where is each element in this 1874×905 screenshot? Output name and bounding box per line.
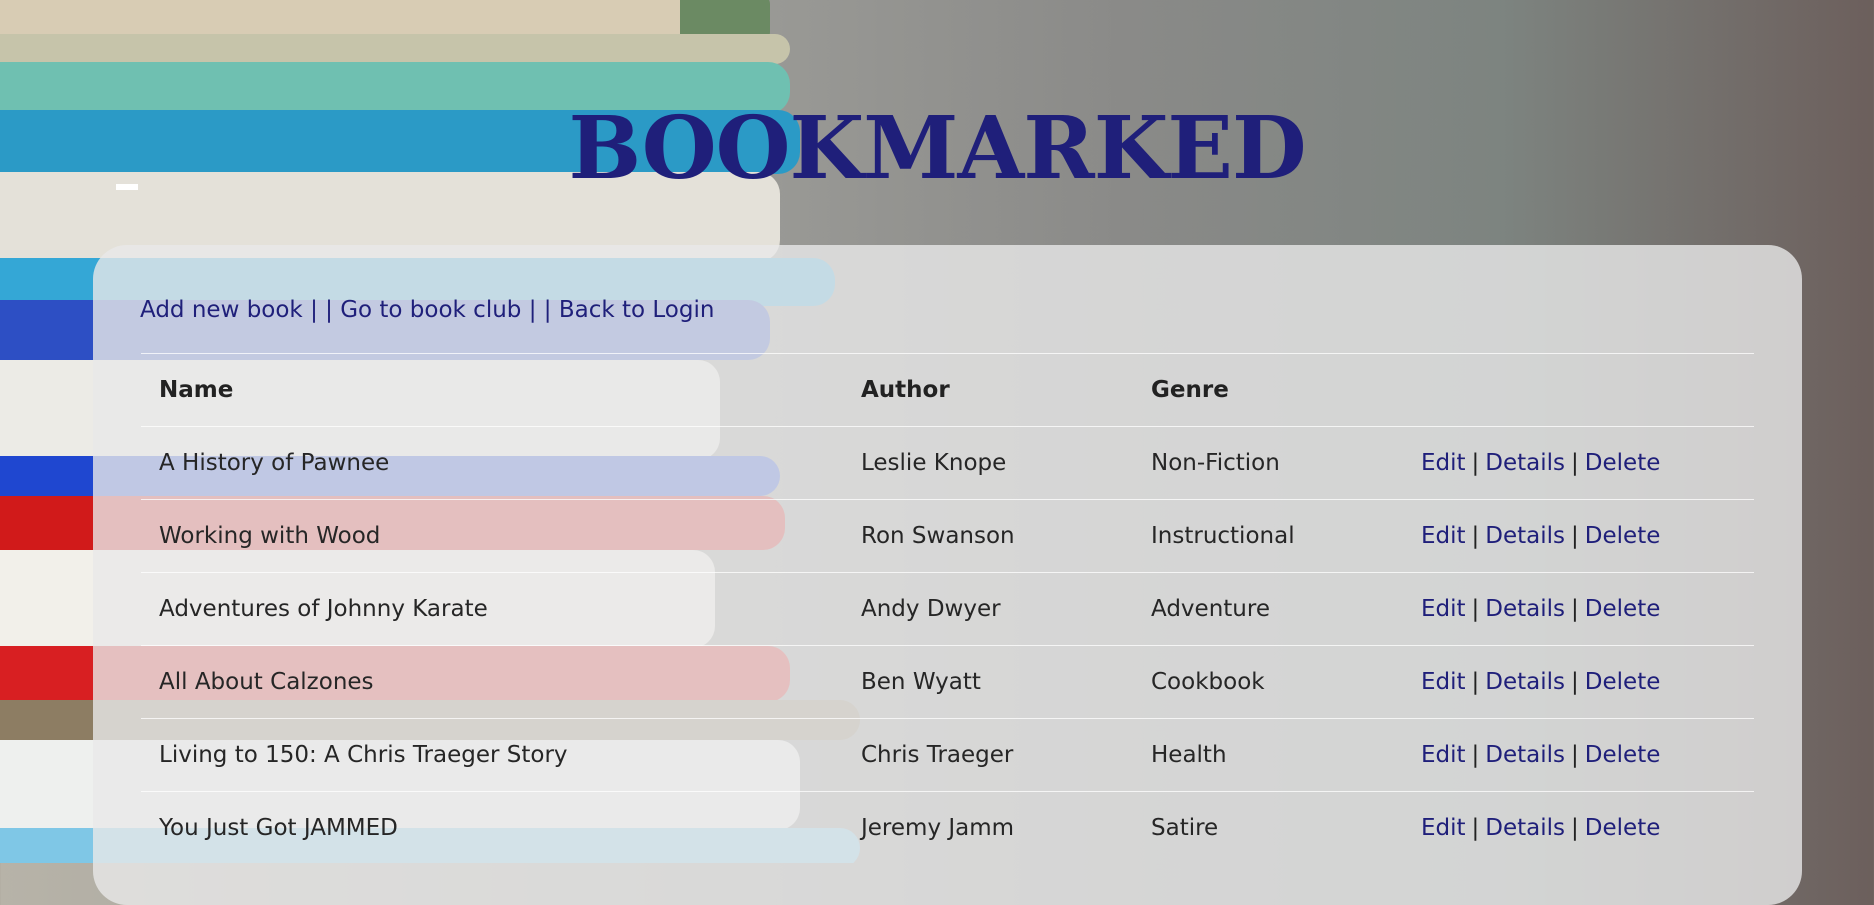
edit-link[interactable]: Edit bbox=[1421, 596, 1466, 622]
delete-link[interactable]: Delete bbox=[1585, 669, 1661, 695]
table-row: Working with Wood Ron Swanson Instructio… bbox=[141, 499, 1754, 572]
nav-links: Add new book | | Go to book club | | Bac… bbox=[140, 297, 714, 323]
edit-link[interactable]: Edit bbox=[1421, 450, 1466, 476]
action-separator: | bbox=[1471, 742, 1480, 768]
book-name: All About Calzones bbox=[159, 669, 374, 695]
book-author: Andy Dwyer bbox=[861, 596, 1001, 622]
book-name: Adventures of Johnny Karate bbox=[159, 596, 488, 622]
book-author: Ron Swanson bbox=[861, 523, 1015, 549]
nav-separator: | | bbox=[528, 297, 552, 323]
action-separator: | bbox=[1571, 523, 1579, 549]
row-actions: Edit | Details | Delete bbox=[1421, 573, 1660, 645]
delete-link[interactable]: Delete bbox=[1585, 450, 1661, 476]
edit-link[interactable]: Edit bbox=[1421, 523, 1466, 549]
book-genre: Health bbox=[1151, 742, 1227, 768]
book-author: Ben Wyatt bbox=[861, 669, 981, 695]
delete-link[interactable]: Delete bbox=[1585, 815, 1661, 841]
delete-link[interactable]: Delete bbox=[1585, 596, 1661, 622]
details-link[interactable]: Details bbox=[1485, 450, 1565, 476]
action-separator: | bbox=[1571, 669, 1579, 695]
book-name: Working with Wood bbox=[159, 523, 381, 549]
table-row: You Just Got JAMMED Jeremy Jamm Satire E… bbox=[141, 791, 1754, 864]
row-actions: Edit | Details | Delete bbox=[1421, 500, 1660, 572]
details-link[interactable]: Details bbox=[1485, 523, 1565, 549]
delete-link[interactable]: Delete bbox=[1585, 742, 1661, 768]
column-header-genre: Genre bbox=[1151, 377, 1229, 403]
action-separator: | bbox=[1571, 815, 1579, 841]
book-name: You Just Got JAMMED bbox=[159, 815, 398, 841]
edit-link[interactable]: Edit bbox=[1421, 669, 1466, 695]
book-author: Leslie Knope bbox=[861, 450, 1007, 476]
table-header-row: Name Author Genre bbox=[141, 353, 1754, 426]
book-genre: Cookbook bbox=[1151, 669, 1265, 695]
action-separator: | bbox=[1571, 450, 1579, 476]
details-link[interactable]: Details bbox=[1485, 815, 1565, 841]
back-to-login-link[interactable]: Back to Login bbox=[559, 297, 715, 323]
delete-link[interactable]: Delete bbox=[1585, 523, 1661, 549]
action-separator: | bbox=[1471, 523, 1480, 549]
action-separator: | bbox=[1471, 450, 1480, 476]
nav-separator: | | bbox=[310, 297, 333, 323]
book-genre: Instructional bbox=[1151, 523, 1295, 549]
table-row: Adventures of Johnny Karate Andy Dwyer A… bbox=[141, 572, 1754, 645]
action-separator: | bbox=[1571, 742, 1579, 768]
book-author: Jeremy Jamm bbox=[861, 815, 1015, 841]
edit-link[interactable]: Edit bbox=[1421, 815, 1466, 841]
book-genre: Satire bbox=[1151, 815, 1219, 841]
row-actions: Edit | Details | Delete bbox=[1421, 719, 1660, 791]
book-genre: Adventure bbox=[1151, 596, 1270, 622]
row-actions: Edit | Details | Delete bbox=[1421, 792, 1660, 864]
action-separator: | bbox=[1471, 815, 1480, 841]
row-actions: Edit | Details | Delete bbox=[1421, 427, 1660, 499]
book-author: Chris Traeger bbox=[861, 742, 1014, 768]
table-row: All About Calzones Ben Wyatt Cookbook Ed… bbox=[141, 645, 1754, 718]
book-name: A History of Pawnee bbox=[159, 450, 390, 476]
action-separator: | bbox=[1471, 596, 1480, 622]
row-actions: Edit | Details | Delete bbox=[1421, 646, 1660, 718]
book-club-link[interactable]: Go to book club bbox=[340, 297, 521, 323]
details-link[interactable]: Details bbox=[1485, 742, 1565, 768]
details-link[interactable]: Details bbox=[1485, 669, 1565, 695]
action-separator: | bbox=[1571, 596, 1579, 622]
column-header-name: Name bbox=[159, 377, 234, 403]
table-row: Living to 150: A Chris Traeger Story Chr… bbox=[141, 718, 1754, 791]
page-title: BOOKMARKED bbox=[568, 98, 1306, 199]
content-panel: Add new book | | Go to book club | | Bac… bbox=[93, 245, 1802, 905]
book-name: Living to 150: A Chris Traeger Story bbox=[159, 742, 568, 768]
column-header-author: Author bbox=[861, 377, 950, 403]
book-genre: Non-Fiction bbox=[1151, 450, 1280, 476]
action-separator: | bbox=[1471, 669, 1480, 695]
books-table: Name Author Genre A History of Pawnee Le… bbox=[141, 353, 1754, 864]
edit-link[interactable]: Edit bbox=[1421, 742, 1466, 768]
details-link[interactable]: Details bbox=[1485, 596, 1565, 622]
table-row: A History of Pawnee Leslie Knope Non-Fic… bbox=[141, 426, 1754, 499]
add-book-link[interactable]: Add new book bbox=[140, 297, 303, 323]
